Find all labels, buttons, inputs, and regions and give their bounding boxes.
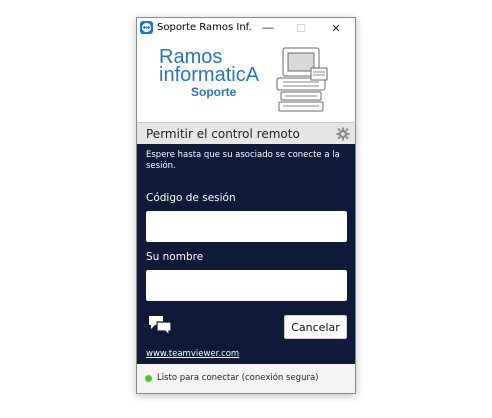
minimize-button[interactable]: — — [255, 18, 281, 38]
maximize-button[interactable]: ☐ — [288, 18, 314, 38]
status-text: Listo para conectar (conexión segura) — [157, 373, 319, 383]
remote-control-panel: Espere hasta que su asociado se conecte … — [137, 144, 355, 364]
title-bar[interactable]: Soporte Ramos Inf... — ☐ ✕ — [137, 18, 355, 38]
computer-illustration-icon — [269, 44, 331, 121]
close-button[interactable]: ✕ — [323, 18, 349, 38]
your-name-input[interactable] — [146, 270, 347, 301]
session-code-input[interactable] — [146, 211, 347, 242]
status-indicator-icon — [145, 375, 152, 382]
window-title: Soporte Ramos Inf... — [157, 22, 252, 33]
section-title: Permitir el control remoto — [146, 127, 300, 141]
teamviewer-app-icon — [140, 21, 153, 34]
wait-message: Espere hasta que su asociado se conecte … — [146, 150, 340, 171]
chat-icon[interactable] — [148, 314, 172, 337]
status-bar: Listo para conectar (conexión segura) — [137, 364, 355, 393]
brand-logo-text: Ramos informaticA Soporte — [159, 47, 260, 100]
app-window: Soporte Ramos Inf... — ☐ ✕ Ramos informa… — [136, 17, 356, 394]
teamviewer-link[interactable]: www.teamviewer.com — [146, 349, 239, 359]
your-name-label: Su nombre — [146, 251, 204, 263]
cancel-button[interactable]: Cancelar — [284, 315, 347, 339]
section-header: Permitir el control remoto — [137, 122, 355, 144]
logo-line-informatica: informaticA — [159, 64, 260, 86]
session-code-label: Código de sesión — [146, 192, 236, 204]
logo-line-soporte: Soporte — [191, 85, 237, 99]
